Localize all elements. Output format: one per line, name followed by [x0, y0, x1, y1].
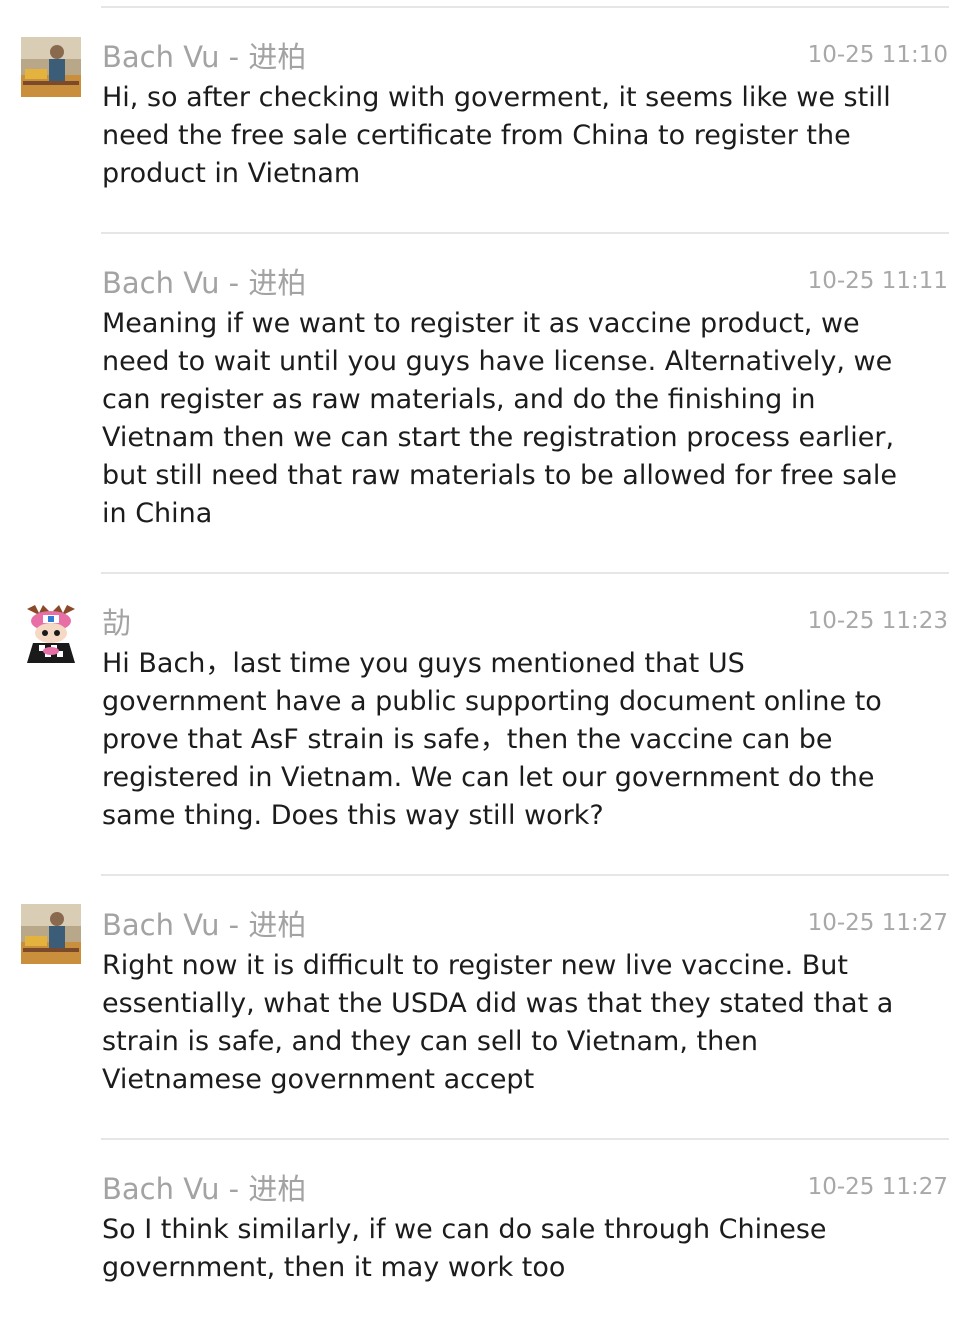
chat-log: Bach Vu - 进柏 10-25 11:10 Hi, so after ch…	[0, 0, 971, 1323]
message-line: product in Vietnam	[102, 158, 361, 189]
message-text[interactable]: Hi Bach，last time you guys mentioned tha…	[102, 645, 892, 835]
message-line: Hi, so after checking with goverment, it…	[102, 82, 891, 113]
message-divider	[101, 572, 949, 574]
message-timestamp: 10-25 11:11	[807, 268, 948, 294]
sender-name: Bach Vu - 进柏	[102, 1172, 307, 1206]
sender-avatar[interactable]	[21, 904, 81, 964]
sender-avatar[interactable]	[21, 37, 81, 97]
message-text[interactable]: So I think similarly, if we can do sale …	[102, 1211, 892, 1287]
message-line: government, then it may work too	[102, 1252, 566, 1283]
message-timestamp: 10-25 11:27	[807, 910, 948, 936]
message-line: Vietnamese government accept	[102, 1064, 535, 1095]
message-text[interactable]: Right now it is difficult to register ne…	[102, 947, 894, 1099]
message-line: government have a public supporting docu…	[102, 686, 882, 717]
sender-avatar[interactable]	[21, 603, 81, 663]
message-timestamp: 10-25 11:23	[807, 608, 948, 634]
message-line: Meaning if we want to register it as vac…	[102, 308, 860, 339]
message-text[interactable]: Hi, so after checking with goverment, it…	[102, 79, 892, 193]
photo-avatar-man-icon	[21, 37, 81, 97]
photo-avatar-man-icon	[21, 904, 81, 964]
message-line: can register as raw materials, and do th…	[102, 384, 816, 415]
message-line: So I think similarly, if we can do sale …	[102, 1214, 827, 1245]
message-line: but still need that raw materials to be …	[102, 460, 898, 491]
message-line: Right now it is difficult to register ne…	[102, 950, 848, 981]
message-divider	[101, 874, 949, 876]
message-text[interactable]: Meaning if we want to register it as vac…	[102, 305, 898, 533]
message-divider	[101, 1138, 949, 1140]
message-divider	[101, 232, 949, 234]
sender-name: 劼	[102, 606, 132, 640]
message-line: Hi Bach，last time you guys mentioned tha…	[102, 648, 745, 679]
cartoon-avatar-icon	[21, 603, 81, 663]
message-line: need the free sale certificate from Chin…	[102, 120, 851, 151]
sender-name: Bach Vu - 进柏	[102, 908, 307, 942]
sender-name: Bach Vu - 进柏	[102, 40, 307, 74]
message-line: in China	[102, 498, 213, 529]
message-line: strain is safe, and they can sell to Vie…	[102, 1026, 758, 1057]
message-line: prove that AsF strain is safe，then the v…	[102, 724, 833, 755]
message-line: essentially, what the USDA did was that …	[102, 988, 894, 1019]
message-line: same thing. Does this way still work?	[102, 800, 604, 831]
message-divider	[101, 6, 949, 8]
message-line: Vietnam then we can start the registrati…	[102, 422, 895, 453]
message-line: registered in Vietnam. We can let our go…	[102, 762, 875, 793]
message-timestamp: 10-25 11:27	[807, 1174, 948, 1200]
sender-name: Bach Vu - 进柏	[102, 266, 307, 300]
message-line: need to wait until you guys have license…	[102, 346, 893, 377]
message-timestamp: 10-25 11:10	[807, 42, 948, 68]
